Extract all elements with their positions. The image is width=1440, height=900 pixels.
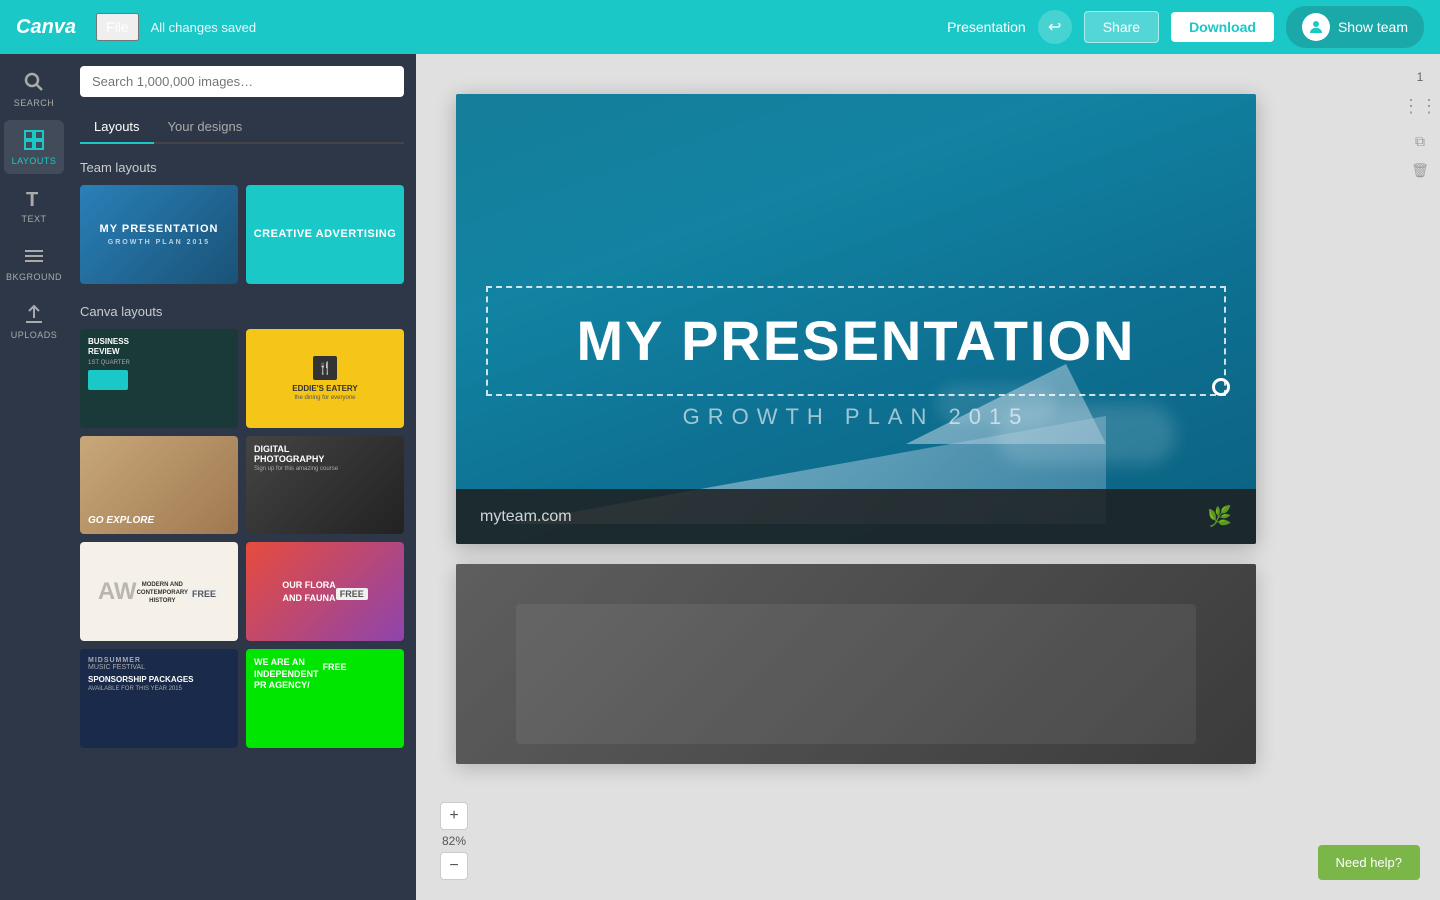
image-search-input[interactable] <box>80 66 404 97</box>
tab-layouts[interactable]: Layouts <box>80 111 154 144</box>
panel-tabs: Layouts Your designs <box>80 111 404 144</box>
copy-slide-icon[interactable]: ⧉ <box>1415 133 1425 150</box>
text-icon-label: TEXT <box>21 214 46 224</box>
layout-eddies-eatery[interactable]: 🍴 EDDIE'S EATERY the dining for everyone <box>246 329 404 428</box>
layout-digital-photography[interactable]: DIGITAL PHOTOGRAPHY Sign up for this ama… <box>246 436 404 535</box>
slide-number-1: 1 <box>1417 70 1424 84</box>
download-button[interactable]: Download <box>1171 12 1274 42</box>
share-button[interactable]: Share <box>1084 11 1159 43</box>
file-menu-button[interactable]: File <box>96 13 139 41</box>
thumb-label: CREATIVE ADVERTISING <box>254 228 397 241</box>
slide-2[interactable] <box>456 564 1256 764</box>
canvas-area[interactable]: + Roboto Conden… ⬍ 70 ▲ ▼ 🗑 ▾ <box>416 54 1440 900</box>
layout-independent-pr[interactable]: WE ARE ANINDEPENDENTPR AGENCY/ FREE <box>246 649 404 748</box>
undo-button[interactable]: ↩ <box>1038 10 1072 44</box>
slide-main-title: MY PRESENTATION <box>577 310 1136 372</box>
tab-your-designs[interactable]: Your designs <box>154 111 257 144</box>
rotation-handle[interactable] <box>1212 378 1230 396</box>
slide-1[interactable]: MY PRESENTATION GROWTH PLAN 2015 myteam.… <box>456 94 1256 544</box>
layout-go-explore[interactable]: GO EXPLORE <box>80 436 238 535</box>
layout-creative-advertising[interactable]: CREATIVE ADVERTISING <box>246 185 404 284</box>
slide-subtitle: GROWTH PLAN 2015 <box>456 404 1256 430</box>
zoom-out-button[interactable]: − <box>440 852 468 880</box>
layout-my-presentation[interactable]: MY PRESENTATION GROWTH PLAN 2015 <box>80 185 238 284</box>
presentation-label: Presentation <box>947 19 1026 35</box>
zoom-controls: + 82% − <box>440 802 468 880</box>
bkground-icon-label: BKGROUND <box>6 272 62 282</box>
show-team-label: Show team <box>1338 19 1408 35</box>
right-panel: 1 ⋮⋮ ⧉ 🗑 <box>1400 54 1440 900</box>
slide-2-container <box>456 564 1400 764</box>
grid-view-icon[interactable]: ⋮⋮ <box>1402 96 1438 117</box>
delete-slide-icon[interactable]: 🗑 <box>1411 162 1429 179</box>
sidebar-item-background[interactable]: BKGROUND <box>4 236 64 290</box>
need-help-button[interactable]: Need help? <box>1318 845 1421 880</box>
layout-flora-fauna[interactable]: OUR FLORAAND FAUNA FREE <box>246 542 404 641</box>
sidebar-item-text[interactable]: T TEXT <box>4 178 64 232</box>
sidebar-item-search[interactable]: SEARCH <box>4 62 64 116</box>
canva-layouts-grid: BUSINESSREVIEW 1ST QUARTER 🍴 EDDIE'S EAT… <box>80 329 404 748</box>
top-navigation: Canva File All changes saved Presentatio… <box>0 0 1440 54</box>
title-text-box[interactable]: MY PRESENTATION <box>486 286 1226 396</box>
footer-url: myteam.com <box>480 508 572 526</box>
sidebar-item-uploads[interactable]: UPLOADS <box>4 294 64 348</box>
icon-sidebar: SEARCH LAYOUTS T TEXT BKGROUND UPLOADS <box>0 54 68 900</box>
sidebar-item-layouts[interactable]: LAYOUTS <box>4 120 64 174</box>
layout-midsummer[interactable]: MIDSUMMER MUSIC FESTIVAL SPONSORSHIP PAC… <box>80 649 238 748</box>
footer-logo-icon: 🌿 <box>1207 504 1232 529</box>
team-layouts-title: Team layouts <box>80 160 404 175</box>
canva-layouts-title: Canva layouts <box>80 304 404 319</box>
team-avatar <box>1302 13 1330 41</box>
search-icon-label: SEARCH <box>14 98 55 108</box>
save-status: All changes saved <box>151 20 257 35</box>
canva-logo: Canva <box>16 16 76 39</box>
thumb-label: MY PRESENTATION <box>100 223 219 236</box>
show-team-button[interactable]: Show team <box>1286 6 1424 48</box>
layout-modern-contemporary[interactable]: AW MODERN ANDCONTEMPORARYHISTORY FREE <box>80 542 238 641</box>
slide-footer: myteam.com 🌿 <box>456 489 1256 544</box>
layouts-panel: Layouts Your designs Team layouts MY PRE… <box>68 54 416 900</box>
zoom-in-button[interactable]: + <box>440 802 468 830</box>
slide-1-container: MY PRESENTATION GROWTH PLAN 2015 myteam.… <box>456 94 1400 544</box>
svg-text:T: T <box>26 189 38 210</box>
layout-business-review[interactable]: BUSINESSREVIEW 1ST QUARTER <box>80 329 238 428</box>
zoom-level-display: 82% <box>440 834 468 848</box>
uploads-icon-label: UPLOADS <box>11 330 58 340</box>
layouts-icon-label: LAYOUTS <box>12 156 57 166</box>
team-layouts-grid: MY PRESENTATION GROWTH PLAN 2015 CREATIV… <box>80 185 404 284</box>
